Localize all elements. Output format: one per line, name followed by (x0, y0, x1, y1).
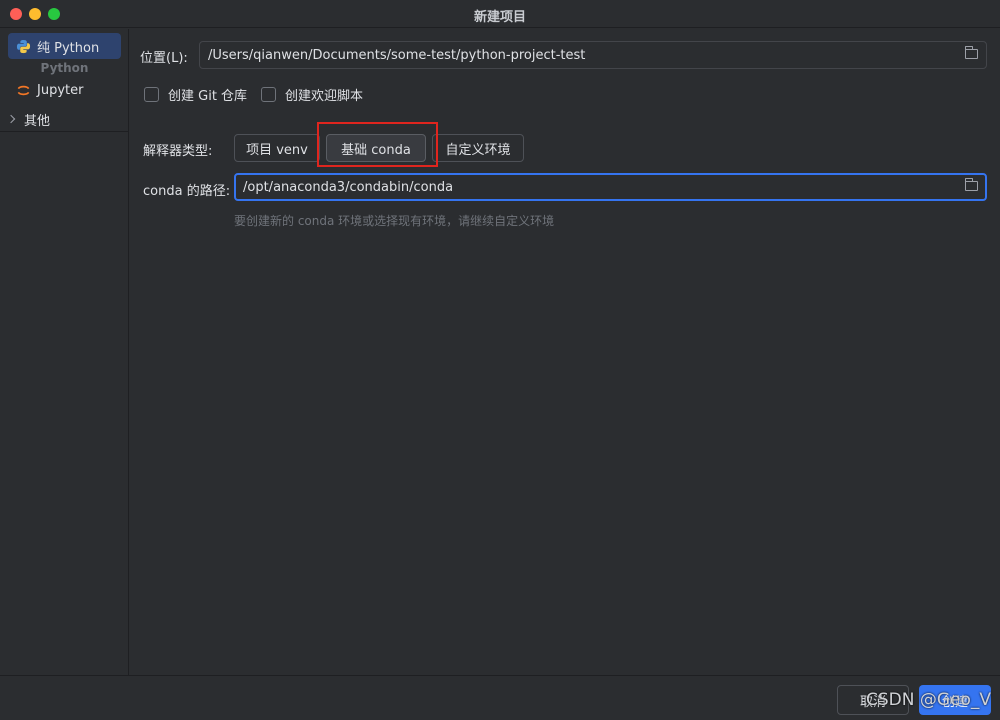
sidebar-group-python: Python (40, 61, 89, 75)
location-field[interactable]: /Users/qianwen/Documents/some-test/pytho… (199, 41, 987, 69)
create-welcome-checkbox[interactable]: 创建欢迎脚本 (261, 85, 363, 104)
sidebar-item-label: Jupyter (37, 82, 84, 98)
cancel-button[interactable]: 取消 (837, 685, 909, 715)
create-button[interactable]: 创建 (919, 685, 991, 715)
title-bar: 新建项目 (0, 0, 1000, 28)
folder-icon[interactable] (965, 178, 978, 191)
location-label: 位置(L): (140, 51, 188, 66)
checkbox-box[interactable] (144, 87, 159, 102)
location-value: /Users/qianwen/Documents/some-test/pytho… (208, 47, 586, 63)
interpreter-type-label: 解释器类型: (143, 144, 213, 159)
conda-hint-text: 要创建新的 conda 环境或选择现有环境，请继续自定义环境 (234, 214, 555, 228)
folder-icon[interactable] (965, 46, 978, 59)
dialog-footer: 取消 创建 CSDN @Geo_V (0, 675, 1000, 720)
sidebar-divider (0, 131, 129, 132)
project-settings-panel: 位置(L): /Users/qianwen/Documents/some-tes… (130, 29, 1000, 675)
sidebar-item-other[interactable]: 其他 (6, 109, 50, 129)
jupyter-icon (16, 83, 31, 98)
chevron-right-icon (6, 114, 16, 124)
project-type-sidebar: 纯 Python Python Jupyter 其他 (0, 29, 129, 675)
annotation-highlight-box (317, 122, 438, 167)
create-git-checkbox[interactable]: 创建 Git 仓库 (144, 85, 247, 104)
sidebar-item-label: 其他 (24, 113, 51, 129)
python-icon (16, 39, 31, 54)
conda-path-value: /opt/anaconda3/condabin/conda (243, 179, 454, 195)
conda-path-field[interactable]: /opt/anaconda3/condabin/conda (234, 173, 987, 201)
create-welcome-label: 创建欢迎脚本 (285, 89, 364, 104)
interpreter-option-project-venv[interactable]: 项目 venv (234, 134, 320, 162)
interpreter-option-custom-env[interactable]: 自定义环境 (432, 134, 524, 162)
window-title: 新建项目 (473, 10, 526, 25)
sidebar-item-pure-python[interactable]: 纯 Python (8, 33, 121, 59)
create-git-label: 创建 Git 仓库 (168, 89, 248, 104)
sidebar-item-label: 纯 Python (37, 40, 100, 56)
conda-path-label: conda 的路径: (143, 184, 231, 199)
sidebar-item-jupyter[interactable]: Jupyter (8, 77, 121, 103)
checkbox-box[interactable] (261, 87, 276, 102)
